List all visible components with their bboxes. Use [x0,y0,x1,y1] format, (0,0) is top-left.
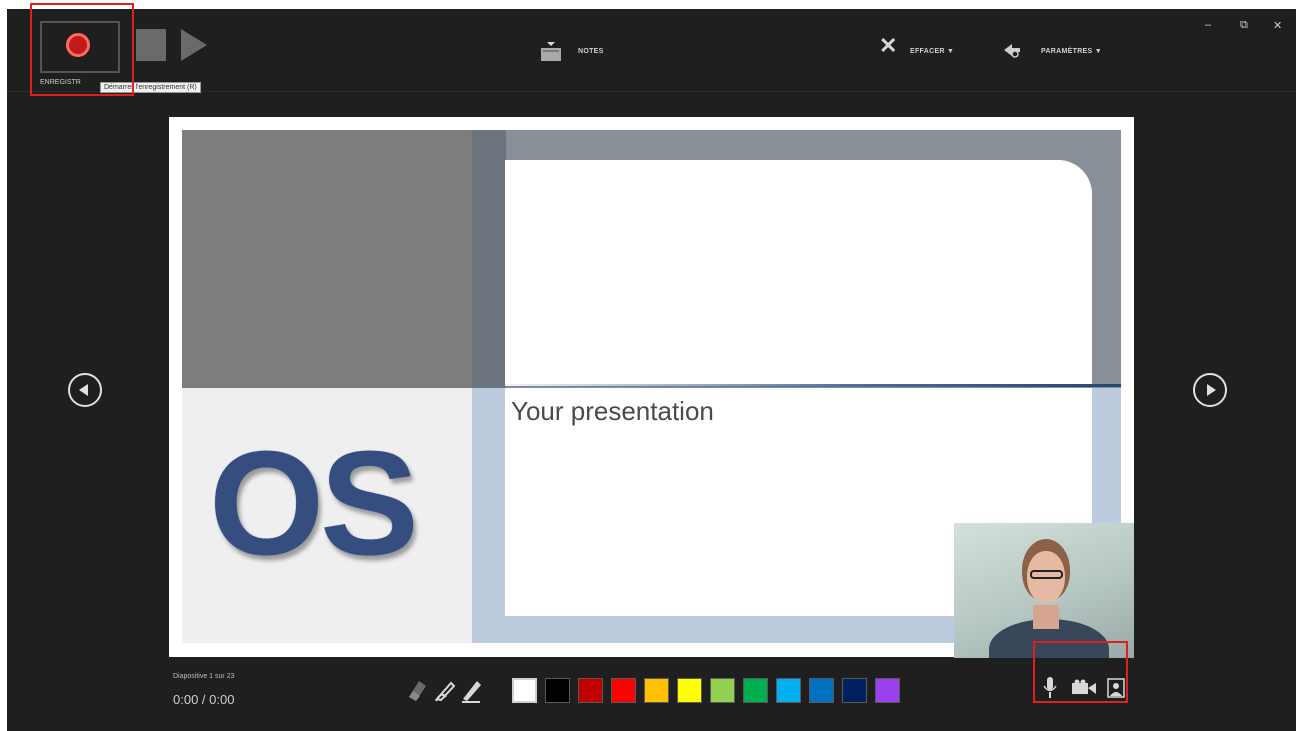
settings-icon [1004,44,1020,58]
settings-menu-button[interactable]: PARAMÈTRES ▼ [1041,48,1102,55]
pen-color-swatch[interactable] [776,678,801,703]
recording-toolbar: ENREGISTR Démarrer l'enregistrement (R) … [7,9,1296,93]
pen-color-swatch[interactable] [875,678,900,703]
notes-button[interactable] [540,40,562,62]
highlighter-button[interactable] [460,677,484,703]
clear-x-icon[interactable]: ✕ [879,35,897,57]
pen-icon [435,681,456,702]
close-button[interactable]: ✕ [1273,19,1282,32]
pen-button[interactable] [433,677,457,703]
restore-button[interactable]: ⧉ [1240,19,1248,32]
notes-icon [541,42,561,61]
next-slide-button[interactable] [1193,373,1227,407]
record-highlight-box [30,3,134,96]
os-logo: OS [209,421,419,586]
media-controls-highlight-box [1033,641,1128,703]
slide-divider [472,384,1121,387]
pen-color-swatch[interactable] [710,678,735,703]
pen-color-swatch[interactable] [578,678,603,703]
slide-counter: Diapositive 1 sur 23 [173,673,235,680]
presenter-glasses [1030,570,1063,579]
slide-dark-strip [472,130,506,388]
pen-color-swatch[interactable] [644,678,669,703]
pen-color-swatch[interactable] [677,678,702,703]
pen-color-swatch[interactable] [545,678,570,703]
stop-button[interactable] [136,29,166,61]
highlighter-icon [462,681,481,703]
eraser-button[interactable] [405,677,429,703]
recording-timer: 0:00 / 0:00 [173,692,235,707]
eraser-icon [409,681,426,701]
pen-color-swatch[interactable] [809,678,834,703]
slide-title: Your presentation [511,396,714,426]
clear-menu-button[interactable]: EFFACER ▼ [910,48,954,55]
slide-grey-block [182,130,472,388]
recording-window: ENREGISTR Démarrer l'enregistrement (R) … [7,3,1296,731]
previous-slide-button[interactable] [68,373,102,407]
previous-slide-icon [79,384,88,396]
webcam-preview [954,523,1134,658]
pen-color-swatch[interactable] [512,678,537,703]
minimize-button[interactable]: – [1205,19,1211,31]
settings-button[interactable] [1002,42,1022,58]
slide-title-box [505,160,1092,386]
pen-color-swatch[interactable] [611,678,636,703]
pen-color-swatch[interactable] [842,678,867,703]
notes-label: NOTES [578,48,604,55]
presenter-neck [1033,605,1059,629]
pen-color-swatch[interactable] [743,678,768,703]
play-button[interactable] [181,29,207,61]
next-slide-icon [1207,384,1216,396]
